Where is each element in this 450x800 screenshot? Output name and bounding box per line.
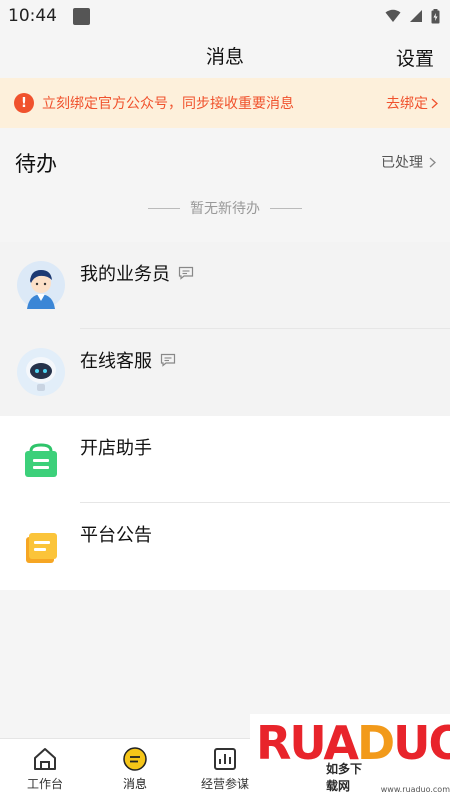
list-item-label: 在线客服: [80, 351, 152, 372]
processed-link[interactable]: 已处理: [381, 152, 436, 172]
notification-icon: [73, 7, 90, 25]
watermark-tagline: 如多下载网: [326, 762, 363, 793]
list-item-store-assistant[interactable]: 开店助手: [0, 416, 450, 503]
settings-button[interactable]: 设置: [396, 44, 434, 71]
list-item-salesperson[interactable]: 我的业务员: [0, 242, 450, 329]
chevron-right-icon: [429, 157, 436, 167]
todo-empty-text: 暂无新待办: [190, 201, 260, 217]
shop-bag-icon: [25, 443, 57, 477]
tab-label: 消息: [122, 777, 147, 791]
tab-messages[interactable]: 消息: [90, 739, 180, 800]
wifi-icon: [385, 9, 401, 22]
divider: [148, 207, 180, 209]
todo-section: 待办 已处理 暂无新待办: [0, 128, 450, 242]
bind-button[interactable]: 去绑定: [386, 93, 438, 113]
tab-label: 经营参谋: [200, 777, 249, 791]
salesperson-avatar-icon: [17, 261, 65, 309]
signal-icon: [410, 10, 422, 22]
watermark: RUA D UO 如多下载网 www.ruaduo.com: [250, 714, 450, 800]
header: 消息 设置: [0, 32, 450, 78]
message-icon: [123, 747, 147, 771]
battery-icon: [431, 8, 440, 23]
list-item-customer-service[interactable]: 在线客服: [0, 329, 450, 416]
chat-icon: [160, 353, 176, 367]
customer-service-avatar-icon: [17, 348, 65, 396]
message-list: 我的业务员 在线客服 开店助手 平台公告: [0, 242, 450, 590]
home-icon: [34, 748, 56, 770]
chevron-right-icon: [431, 98, 438, 108]
divider: [270, 207, 302, 209]
todo-title: 待办: [15, 152, 57, 176]
announcement-icon: [26, 533, 57, 563]
banner-text: 立刻绑定官方公众号，同步接收重要消息: [42, 96, 294, 112]
todo-empty-state: 暂无新待办: [0, 198, 450, 218]
watermark-url: www.ruaduo.com: [380, 785, 450, 794]
list-item-announcement[interactable]: 平台公告: [0, 503, 450, 590]
list-item-label: 我的业务员: [80, 264, 170, 285]
chat-icon: [178, 266, 194, 280]
tab-label: 工作台: [26, 777, 63, 791]
alert-icon: !: [14, 93, 34, 113]
processed-label: 已处理: [381, 155, 423, 171]
tab-workbench[interactable]: 工作台: [0, 739, 90, 800]
status-time: 10:44: [8, 6, 57, 26]
list-item-label: 开店助手: [80, 438, 152, 459]
page-title: 消息: [205, 45, 244, 68]
chart-icon: [214, 748, 236, 770]
bind-account-banner[interactable]: ! 立刻绑定官方公众号，同步接收重要消息 去绑定: [0, 78, 450, 128]
list-item-label: 平台公告: [80, 525, 152, 546]
status-bar: 10:44: [0, 0, 450, 32]
bind-button-label: 去绑定: [386, 96, 428, 112]
